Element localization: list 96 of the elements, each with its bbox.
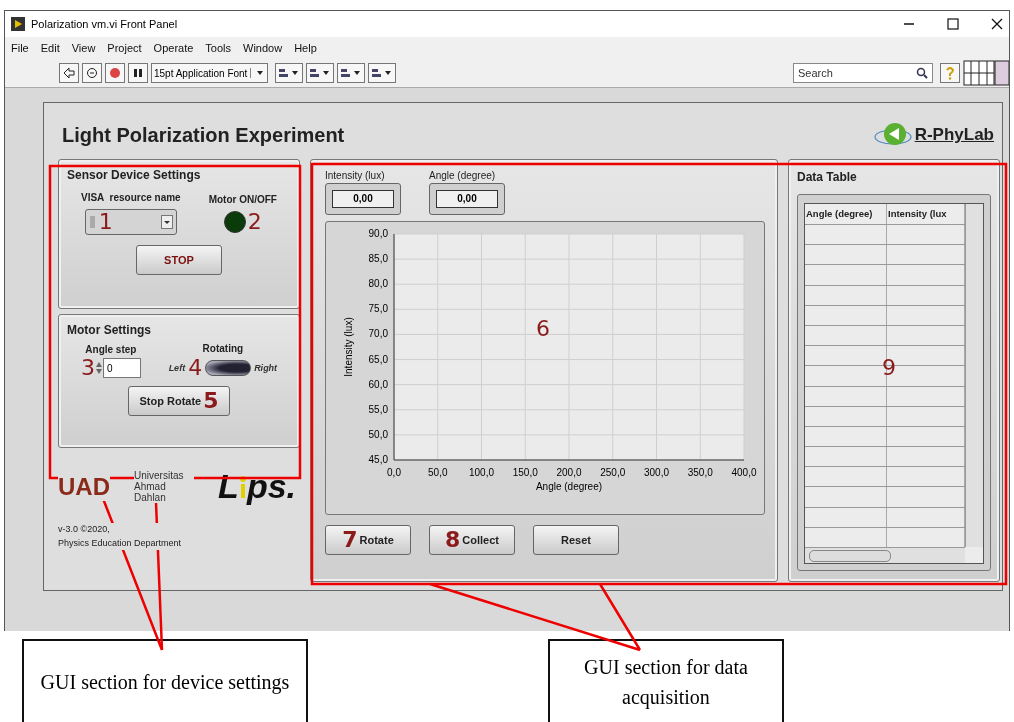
tick-label: 90,0 — [368, 228, 388, 239]
switch-label: Left — [168, 363, 186, 373]
menu-item[interactable]: Window — [243, 42, 283, 54]
indicator-label: Intensity (lux) — [325, 170, 386, 181]
tick-label: 55,0 — [368, 403, 388, 415]
search-placeholder: Search — [798, 67, 833, 79]
annotation-number: 3 — [80, 357, 95, 379]
align-icon — [278, 67, 301, 79]
axis-title: Intensity (lux) — [343, 317, 354, 377]
connector-pane-icon[interactable] — [963, 59, 1009, 87]
tick-label: 150,0 — [512, 467, 538, 478]
menu-item[interactable]: Edit — [40, 42, 60, 54]
menu-item[interactable]: File — [11, 42, 29, 54]
layout-tool-button[interactable] — [368, 63, 397, 83]
group-title: Motor Settings — [67, 323, 152, 337]
tick-label: 250,0 — [600, 467, 626, 478]
direction-switch[interactable] — [205, 360, 252, 376]
tick-label: 350,0 — [687, 467, 713, 478]
font-dropdown[interactable]: 15pt Application Font — [151, 63, 269, 83]
layout-tool-button[interactable] — [306, 63, 335, 83]
annotation-number: 8 — [445, 529, 461, 551]
search-icon — [916, 67, 928, 79]
help-button[interactable] — [940, 63, 960, 83]
annotation-number: 1 — [98, 211, 113, 233]
tick-label: 50,0 — [368, 428, 388, 440]
lab-logo-text: ps. — [246, 467, 296, 506]
caret-icon — [160, 215, 173, 229]
tick-label: 60,0 — [368, 378, 388, 390]
run-button[interactable] — [59, 63, 79, 83]
indicator-value: 0,00 — [332, 190, 394, 208]
pause-button[interactable] — [128, 63, 148, 83]
university-name: Universitas Ahmad Dahlan — [134, 470, 195, 503]
caret-icon — [250, 68, 266, 78]
indicator-label: Angle (degree) — [429, 170, 497, 181]
annotation-number: 6 — [536, 316, 550, 341]
angle-step-field[interactable]: 0 — [102, 358, 141, 378]
question-icon — [945, 66, 955, 80]
tick-label: 80,0 — [368, 278, 388, 290]
menu-item[interactable]: Tools — [205, 42, 232, 54]
maximize-icon[interactable] — [947, 18, 959, 30]
window-title: Polarization vm.vi Front Panel — [31, 18, 178, 30]
tick-label: 100,0 — [469, 467, 494, 478]
panel-title: Light Polarization Experiment — [62, 123, 345, 147]
stop-icon — [109, 67, 121, 79]
tick-label: 75,0 — [368, 303, 388, 315]
align-icon — [309, 67, 332, 79]
tick-label: 65,0 — [368, 353, 388, 365]
vertical-scrollbar[interactable] — [965, 204, 983, 547]
layout-tool-button[interactable] — [275, 63, 304, 83]
annotation-number: 7 — [342, 529, 358, 551]
tick-label: 45,0 — [368, 454, 388, 465]
layout-tool-button[interactable] — [337, 63, 366, 83]
indicator-value: 0,00 — [436, 190, 498, 208]
visa-resource-dropdown[interactable]: 1 — [84, 209, 177, 235]
annotation-number: 5 — [203, 390, 219, 412]
tick-label: 200,0 — [556, 467, 582, 478]
app-icon — [11, 17, 25, 31]
annotation-number: 9 — [882, 355, 896, 380]
search-field[interactable]: Search — [793, 63, 933, 83]
tick-label: 85,0 — [368, 253, 388, 265]
group-title: Data Table — [797, 170, 858, 184]
menu-item[interactable]: View — [71, 42, 96, 54]
stop-button[interactable]: STOP — [136, 245, 222, 275]
switch-label: Right — [254, 363, 278, 373]
arrow-icon — [63, 67, 75, 79]
abort-button[interactable] — [105, 63, 125, 83]
action-button[interactable]: Reset — [533, 525, 619, 555]
control-label: VISA resource name — [81, 192, 181, 203]
callout-label: GUI section for device settings — [22, 639, 308, 722]
menu-item[interactable]: Project — [107, 42, 142, 54]
tick-label: 0,0 — [387, 467, 401, 478]
run-continuously-button[interactable] — [82, 63, 102, 83]
column-header: Angle (degree) — [805, 204, 887, 224]
figure-icon — [238, 473, 247, 500]
logo-text: R-PhyLab — [914, 125, 994, 145]
annotation-number: 4 — [188, 357, 203, 379]
version-text: v-3.0 ©2020, Physics Education Department — [58, 523, 182, 550]
callout-label: GUI section for data acquisition — [548, 639, 784, 722]
tick-label: 400,0 — [731, 467, 757, 478]
menu-item[interactable]: Help — [294, 42, 317, 54]
align-icon — [340, 67, 363, 79]
axis-title: Angle (degree) — [535, 481, 603, 492]
menu-item[interactable]: Operate — [153, 42, 194, 54]
control-label: Angle step — [85, 344, 137, 355]
control-label: Motor ON/OFF — [208, 194, 277, 205]
increment-arrows-icon[interactable] — [95, 360, 102, 376]
tick-label: 50,0 — [428, 467, 448, 478]
control-label: Rotating — [202, 343, 244, 354]
pause-icon — [132, 67, 144, 79]
tick-label: 70,0 — [368, 328, 388, 340]
annotation-number: 2 — [247, 211, 262, 233]
group-title: Sensor Device Settings — [67, 168, 202, 182]
close-icon[interactable] — [991, 18, 1003, 30]
horizontal-scrollbar[interactable] — [805, 547, 965, 563]
tick-label: 300,0 — [644, 467, 669, 478]
align-icon — [371, 67, 394, 79]
